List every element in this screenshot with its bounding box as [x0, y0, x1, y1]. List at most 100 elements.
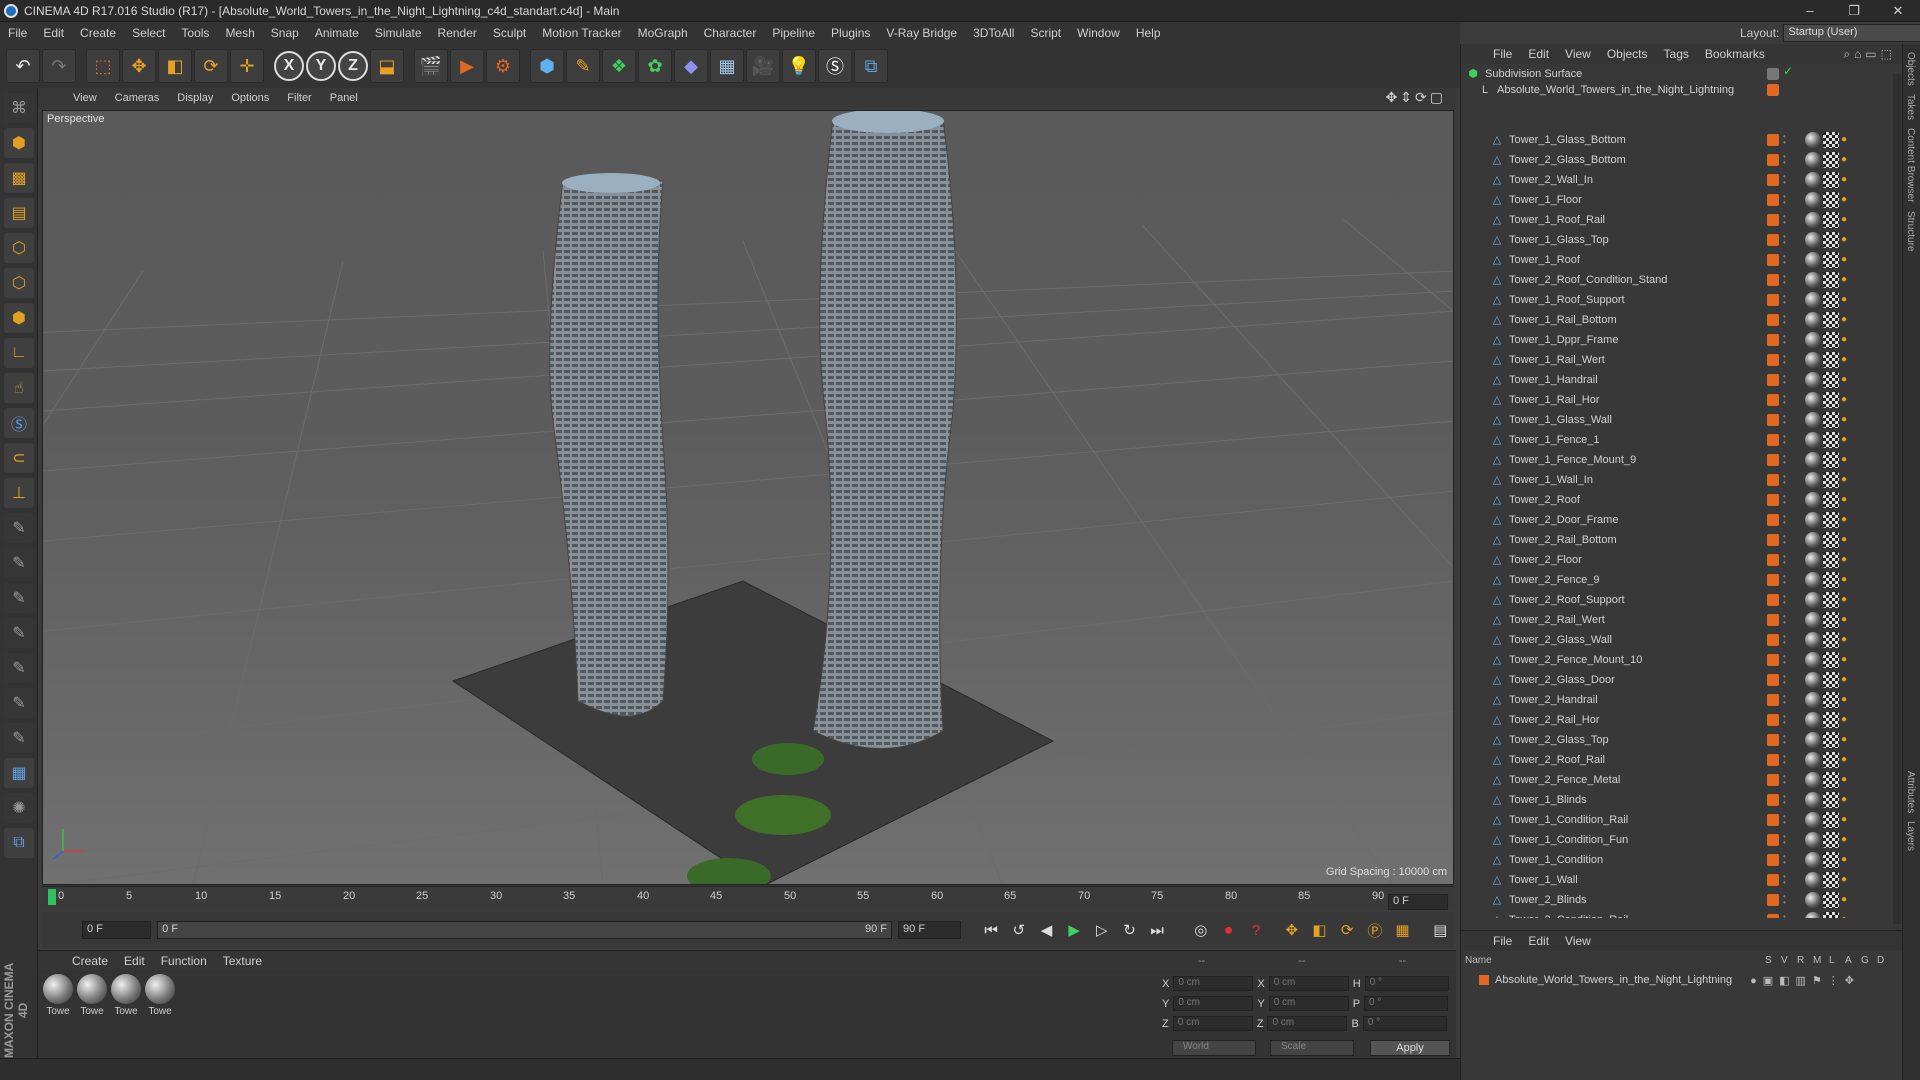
python-icon[interactable]: ⧉: [854, 49, 888, 83]
layers-menu-file[interactable]: File: [1485, 934, 1520, 948]
material-menu-function[interactable]: Function: [153, 954, 215, 968]
prev-key-icon[interactable]: ↺: [1007, 918, 1031, 942]
menu-mesh[interactable]: Mesh: [217, 26, 262, 40]
phong-tag-icon[interactable]: ●: [1841, 334, 1853, 346]
material-menu-texture[interactable]: Texture: [215, 954, 270, 968]
model-mode-icon[interactable]: ⬢: [4, 128, 34, 158]
phong-tag-icon[interactable]: ●: [1841, 374, 1853, 386]
visibility-dots[interactable]: ••: [1783, 413, 1789, 427]
visibility-dots[interactable]: ••: [1783, 533, 1789, 547]
viewport-menu-display[interactable]: Display: [168, 92, 222, 104]
phong-tag-icon[interactable]: ●: [1841, 214, 1853, 226]
texture-tag-icon[interactable]: [1823, 232, 1839, 248]
phong-tag-icon[interactable]: ●: [1841, 314, 1853, 326]
phong-tag-icon[interactable]: ●: [1841, 874, 1853, 886]
material-tag-icon[interactable]: [1805, 552, 1821, 568]
menu-create[interactable]: Create: [72, 26, 124, 40]
move-icon[interactable]: ✥: [122, 49, 156, 83]
tree-row-object[interactable]: △Tower_2_Condition_Rail••●: [1461, 910, 1891, 918]
tree-row-object[interactable]: △ Tower_1_Handrail • • ●: [1461, 370, 1891, 390]
material-tag-icon[interactable]: [1805, 612, 1821, 628]
objects-menu-file[interactable]: File: [1485, 47, 1520, 61]
sculpt-brush-5-icon[interactable]: ✎: [4, 653, 34, 683]
key-rotation-icon[interactable]: ⟳: [1335, 918, 1359, 942]
tree-row-object[interactable]: △ Tower_1_Wall • • ●: [1461, 870, 1891, 890]
tab-layers[interactable]: Layers: [1905, 821, 1916, 851]
visibility-dots[interactable]: ••: [1783, 473, 1789, 487]
phong-tag-icon[interactable]: ●: [1841, 414, 1853, 426]
material-tag-icon[interactable]: [1805, 192, 1821, 208]
material-tag-icon[interactable]: [1805, 792, 1821, 808]
python-script-icon[interactable]: ⧉: [4, 828, 34, 858]
snap-icon[interactable]: Ⓢ: [4, 408, 34, 438]
material-tag-icon[interactable]: [1805, 492, 1821, 508]
tree-row-object[interactable]: △ Tower_2_Door_Frame • • ●: [1461, 510, 1891, 530]
cube-icon[interactable]: ⬢: [530, 49, 564, 83]
material-tag-icon[interactable]: [1805, 172, 1821, 188]
size-x-field[interactable]: 0 cm: [1268, 976, 1349, 991]
tree-row-object[interactable]: △ Tower_2_Fence_Metal • • ●: [1461, 770, 1891, 790]
texture-mode-icon[interactable]: ▩: [4, 163, 34, 193]
tree-row-object[interactable]: △ Tower_1_Glass_Top • • ●: [1461, 230, 1891, 250]
timeline-layout-icon[interactable]: ▤: [1428, 918, 1452, 942]
timeline-playhead[interactable]: [48, 889, 56, 905]
next-frame-icon[interactable]: ▷: [1090, 918, 1114, 942]
phong-tag-icon[interactable]: ●: [1841, 674, 1853, 686]
visibility-dots[interactable]: ••: [1783, 133, 1789, 147]
sculpt-brush-4-icon[interactable]: ✎: [4, 618, 34, 648]
visibility-dots[interactable]: ••: [1783, 213, 1789, 227]
menu-tools[interactable]: Tools: [173, 26, 217, 40]
tree-row-object[interactable]: △ Tower_2_Handrail • • ●: [1461, 690, 1891, 710]
visibility-dots[interactable]: ••: [1783, 353, 1789, 367]
visibility-dots[interactable]: ••: [1783, 293, 1789, 307]
next-key-icon[interactable]: ↻: [1118, 918, 1142, 942]
sculpt-brush-3-icon[interactable]: ✎: [4, 583, 34, 613]
menu-edit[interactable]: Edit: [35, 26, 72, 40]
tree-row-object[interactable]: △ Tower_2_Roof • • ●: [1461, 490, 1891, 510]
texture-tag-icon[interactable]: [1823, 612, 1839, 628]
phong-tag-icon[interactable]: ●: [1841, 734, 1853, 746]
frame-range-slider[interactable]: 0 F 90 F: [157, 921, 893, 939]
material-tag-icon[interactable]: [1805, 432, 1821, 448]
floor-icon[interactable]: ▦: [710, 49, 744, 83]
layer-row[interactable]: Absolute_World_Towers_in_the_Night_Light…: [1465, 971, 1899, 989]
tree-row-object[interactable]: △ Tower_2_Blinds • • ●: [1461, 890, 1891, 910]
viewport-perspective[interactable]: Perspective Grid Spacing : 10000 cm: [42, 110, 1454, 885]
menu-animate[interactable]: Animate: [307, 26, 367, 40]
visibility-dots[interactable]: ••: [1783, 433, 1789, 447]
texture-tag-icon[interactable]: [1823, 492, 1839, 508]
texture-tag-icon[interactable]: [1823, 552, 1839, 568]
tree-row-object[interactable]: △ Tower_1_Floor • • ●: [1461, 190, 1891, 210]
menu-character[interactable]: Character: [696, 26, 765, 40]
tab-content-browser[interactable]: Content Browser: [1905, 128, 1916, 202]
phong-tag-icon[interactable]: ●: [1841, 634, 1853, 646]
visibility-dots[interactable]: ••: [1783, 673, 1789, 687]
tree-row-object[interactable]: △ Tower_2_Roof_Condition_Stand • • ●: [1461, 270, 1891, 290]
tree-row-object[interactable]: △ Tower_1_Rail_Bottom • • ●: [1461, 310, 1891, 330]
texture-tag-icon[interactable]: [1823, 212, 1839, 228]
texture-tag-icon[interactable]: [1823, 192, 1839, 208]
phong-tag-icon[interactable]: ●: [1841, 174, 1853, 186]
visibility-dots[interactable]: ••: [1783, 853, 1789, 867]
apply-button[interactable]: Apply: [1370, 1040, 1450, 1056]
menu-pipeline[interactable]: Pipeline: [764, 26, 823, 40]
current-frame-field[interactable]: 0 F: [1388, 894, 1448, 910]
objects-menu-bookmarks[interactable]: Bookmarks: [1697, 47, 1773, 61]
sculpt-brush-2-icon[interactable]: ✎: [4, 548, 34, 578]
visibility-dots[interactable]: ••: [1783, 713, 1789, 727]
menu-3dtoall[interactable]: 3DToAll: [965, 26, 1022, 40]
tree-row-object[interactable]: △ Tower_2_Glass_Top • • ●: [1461, 730, 1891, 750]
camera-icon[interactable]: 🎥: [746, 49, 780, 83]
menu-plugins[interactable]: Plugins: [823, 26, 878, 40]
material-tag-icon[interactable]: [1805, 452, 1821, 468]
menu-select[interactable]: Select: [124, 26, 173, 40]
material-tag-icon[interactable]: [1805, 752, 1821, 768]
solo-icon[interactable]: ✺: [4, 793, 34, 823]
visibility-dots[interactable]: ••: [1783, 913, 1789, 919]
material-tag-icon[interactable]: [1805, 712, 1821, 728]
visibility-dots[interactable]: ••: [1783, 833, 1789, 847]
tree-row-object[interactable]: △ Tower_1_Fence_Mount_9 • • ●: [1461, 450, 1891, 470]
tree-row-object[interactable]: △ Tower_1_Blinds • • ●: [1461, 790, 1891, 810]
visibility-dots[interactable]: ••: [1783, 553, 1789, 567]
magnet-icon[interactable]: ⊂: [4, 443, 34, 473]
